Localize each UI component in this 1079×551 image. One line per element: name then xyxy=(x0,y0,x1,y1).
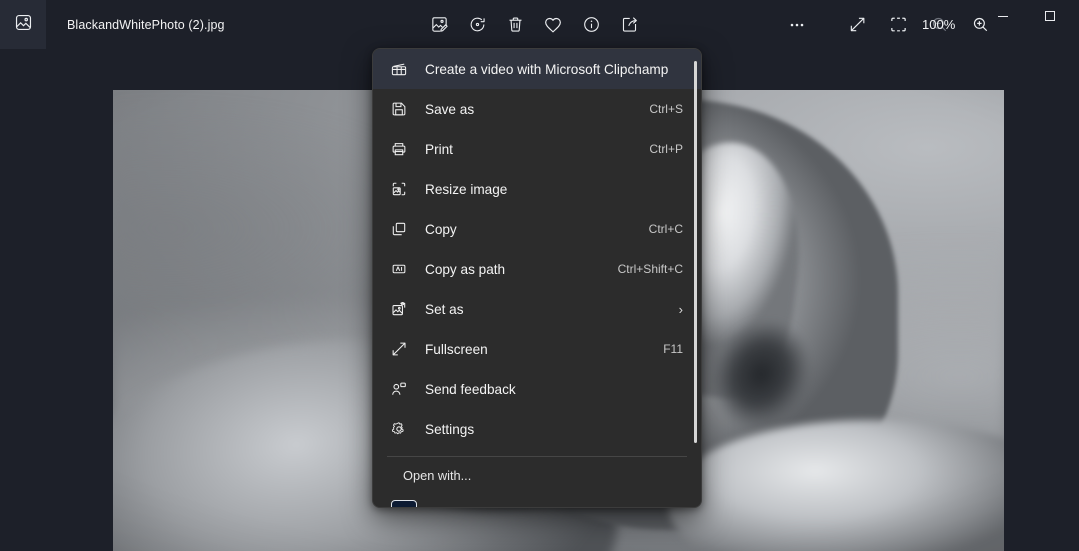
menu-item-accelerator: Ctrl+C xyxy=(648,222,683,236)
menu-item-label: Resize image xyxy=(425,181,508,197)
menu-item-label: Settings xyxy=(425,421,475,437)
menu-item-copy[interactable]: Copy Ctrl+C xyxy=(373,209,701,249)
fit-to-window-button[interactable] xyxy=(879,9,917,41)
menu-item-accelerator: Ctrl+S xyxy=(649,102,683,116)
resize-image-icon xyxy=(373,180,425,198)
delete-button[interactable] xyxy=(496,9,534,41)
menu-item-label: Print xyxy=(425,141,453,157)
menu-item-accelerator: Ctrl+Shift+C xyxy=(617,262,683,276)
zoom-level-label: 100% xyxy=(922,17,956,32)
floppy-disk-icon xyxy=(373,100,425,118)
feedback-person-icon xyxy=(373,380,425,398)
more-options-button[interactable] xyxy=(778,9,816,41)
open-with-item-label: Adobe Photoshop Express xyxy=(435,506,596,508)
photos-app-window: BlackandWhitePhoto (2).jpg 100% Create a… xyxy=(0,0,1079,551)
menu-item-print[interactable]: Print Ctrl+P xyxy=(373,129,701,169)
heart-icon xyxy=(543,15,563,35)
menu-item-label: Copy xyxy=(425,221,457,237)
share-button[interactable] xyxy=(610,9,648,41)
context-menu[interactable]: Create a video with Microsoft Clipchamp … xyxy=(372,48,702,508)
chevron-right-icon: › xyxy=(678,301,683,317)
rotate-button[interactable] xyxy=(458,9,496,41)
menu-item-label: Create a video with Microsoft Clipchamp xyxy=(425,61,669,77)
app-tab-chip[interactable] xyxy=(0,0,46,49)
minimize-icon xyxy=(997,15,1008,17)
menu-item-fullscreen[interactable]: Fullscreen F11 xyxy=(373,329,701,369)
open-with-header: Open with... xyxy=(403,467,472,483)
menu-item-label: Save as xyxy=(425,101,475,117)
title-bar: BlackandWhitePhoto (2).jpg 100% xyxy=(0,0,1079,49)
menu-item-send-feedback[interactable]: Send feedback xyxy=(373,369,701,409)
share-icon xyxy=(620,15,639,34)
toolbar-right-group xyxy=(778,0,999,49)
info-button[interactable] xyxy=(572,9,610,41)
photo-gallery-icon xyxy=(14,13,33,37)
menu-item-save-as[interactable]: Save as Ctrl+S xyxy=(373,89,701,129)
menu-item-create-video[interactable]: Create a video with Microsoft Clipchamp xyxy=(373,49,701,89)
fullscreen-button[interactable] xyxy=(838,9,876,41)
gear-icon xyxy=(373,420,425,438)
diagonal-arrows-icon xyxy=(848,15,867,34)
minimize-button[interactable] xyxy=(980,0,1025,32)
open-with-item-photoshop-express[interactable]: Ps Adobe Photoshop Express xyxy=(373,493,701,508)
diagonal-arrows-icon xyxy=(373,340,425,358)
copy-icon xyxy=(373,220,425,238)
copy-path-icon xyxy=(373,260,425,278)
clapperboard-icon xyxy=(373,60,425,78)
info-circle-icon xyxy=(582,15,601,34)
maximize-icon xyxy=(1044,11,1055,21)
trash-icon xyxy=(506,15,525,34)
menu-item-label: Fullscreen xyxy=(425,341,488,357)
menu-item-accelerator: Ctrl+P xyxy=(649,142,683,156)
edit-image-button[interactable] xyxy=(420,9,458,41)
rotate-icon xyxy=(468,15,487,34)
menu-item-label: Copy as path xyxy=(425,261,506,277)
menu-item-resize-image[interactable]: Resize image xyxy=(373,169,701,209)
menu-item-copy-as-path[interactable]: Copy as path Ctrl+Shift+C xyxy=(373,249,701,289)
menu-item-label: Send feedback xyxy=(425,381,516,397)
menu-item-settings[interactable]: Settings xyxy=(373,409,701,449)
printer-icon xyxy=(373,140,425,158)
menu-item-accelerator: F11 xyxy=(663,342,683,356)
menu-item-label: Set as xyxy=(425,301,464,317)
set-as-wallpaper-icon xyxy=(373,300,425,318)
maximize-button[interactable] xyxy=(1027,0,1072,32)
menu-item-set-as[interactable]: Set as › xyxy=(373,289,701,329)
toolbar-center-group xyxy=(420,0,648,49)
image-edit-icon xyxy=(430,15,449,34)
photoshop-express-icon: Ps xyxy=(391,500,417,507)
ellipsis-icon xyxy=(787,15,807,35)
fit-frame-icon xyxy=(888,14,909,35)
favorite-button[interactable] xyxy=(534,9,572,41)
menu-scrollbar[interactable] xyxy=(694,61,697,443)
page-title: BlackandWhitePhoto (2).jpg xyxy=(67,17,225,32)
